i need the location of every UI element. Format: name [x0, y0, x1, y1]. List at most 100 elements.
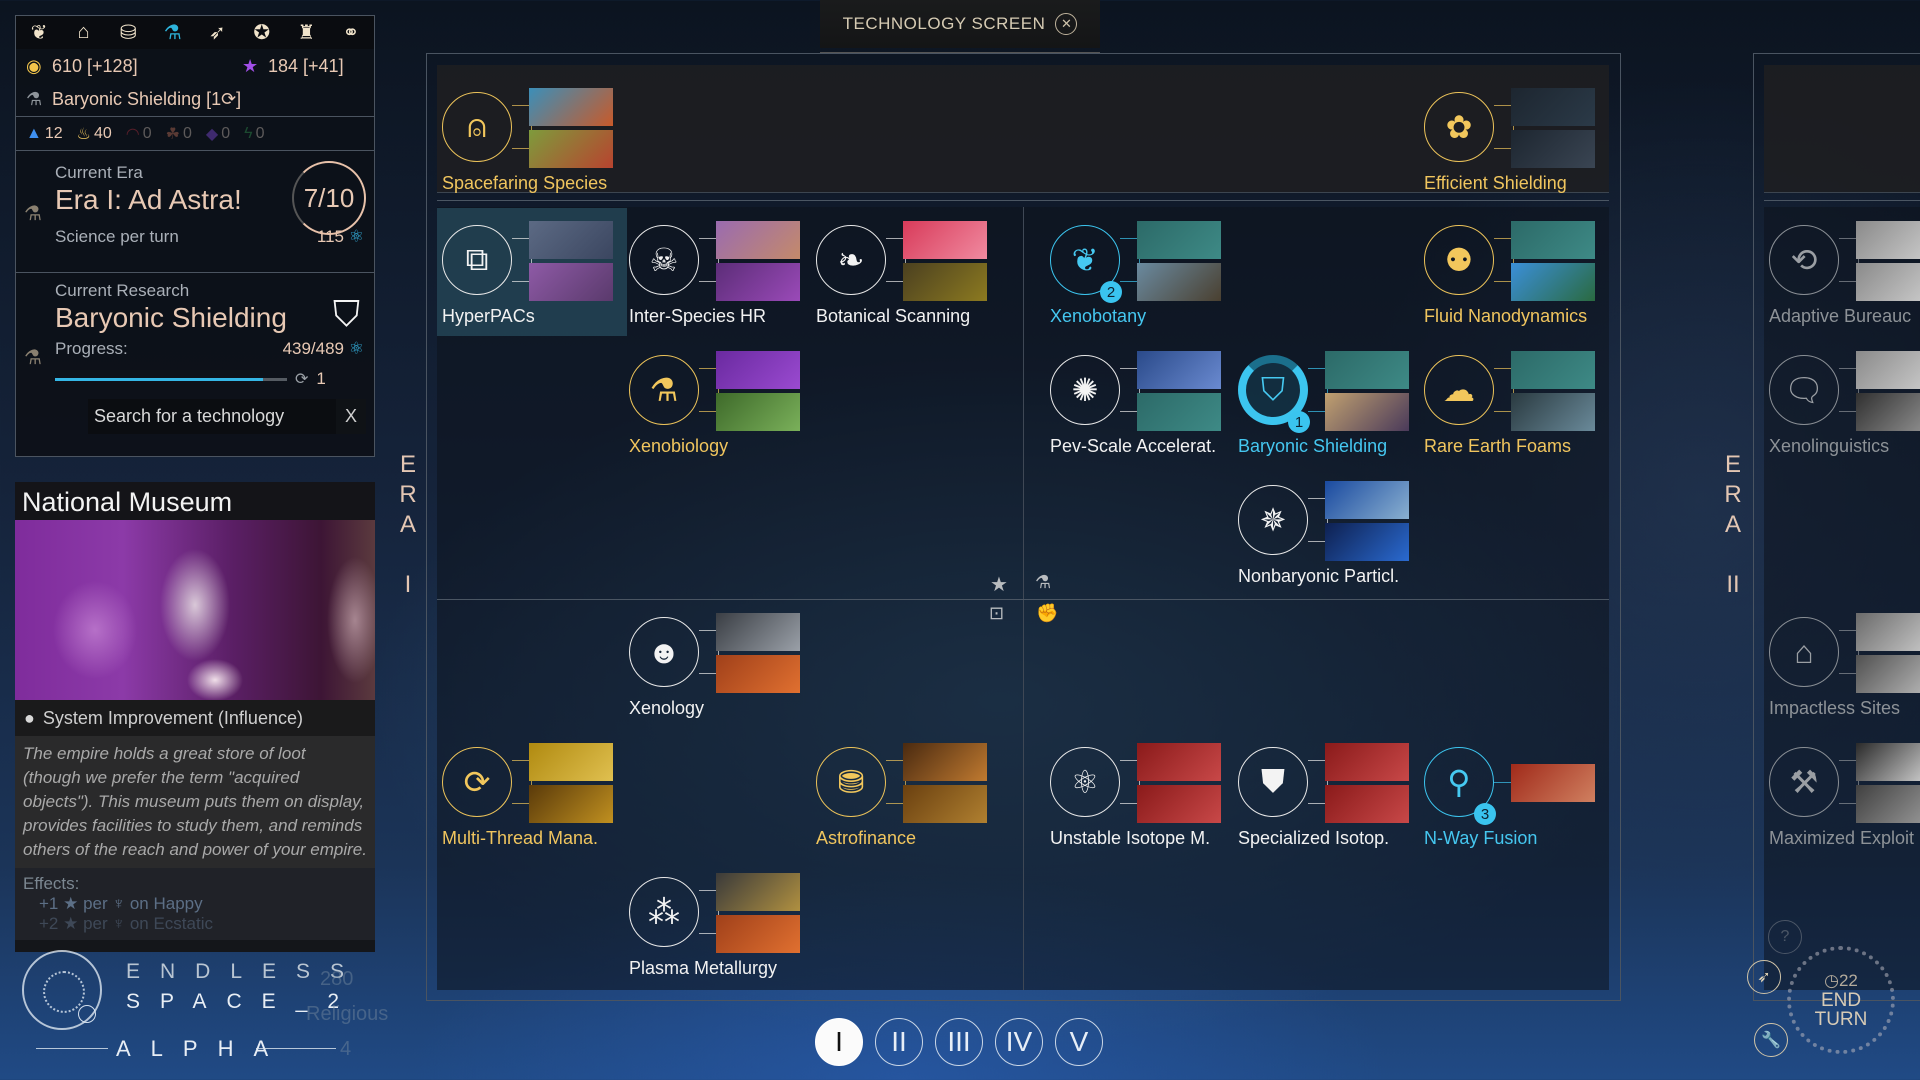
tech-node[interactable]: ☠ Inter-Species HR — [624, 208, 814, 336]
era-page-button[interactable]: III — [935, 1018, 983, 1066]
tech-node[interactable]: ⚉ Fluid Nanodynamics — [1419, 208, 1609, 336]
unlock-thumbnail[interactable] — [716, 655, 800, 693]
trophy-icon[interactable]: ♜ — [291, 20, 321, 45]
tech-node[interactable]: ☻ Xenology — [624, 600, 814, 728]
tech-node[interactable]: ⚗ Xenobiology — [624, 338, 814, 466]
current-research-summary: Baryonic Shielding [1⟳] — [52, 89, 242, 109]
unlock-thumbnail[interactable] — [529, 221, 613, 259]
end-turn-button[interactable]: ◷22 END TURN — [1787, 946, 1895, 1054]
handshake-icon[interactable]: ⚭ — [336, 20, 366, 45]
unlock-thumbnail[interactable] — [716, 915, 800, 953]
flask-anvil-icon[interactable]: ⚗ — [1035, 572, 1051, 593]
unlock-thumbnail[interactable] — [1856, 613, 1920, 651]
flask-icon[interactable]: ⚗ — [158, 20, 188, 45]
unlock-thumbnail[interactable] — [1511, 764, 1595, 802]
tech-node[interactable]: ⚒ Maximized Exploit — [1764, 730, 1920, 858]
science-icon: ⚛ — [348, 227, 364, 246]
tech-node[interactable]: ⛃ Astrofinance — [811, 730, 1001, 858]
fist-icon[interactable]: ✊ — [1036, 603, 1058, 624]
unlock-thumbnail[interactable] — [529, 785, 613, 823]
unlock-thumbnail[interactable] — [903, 743, 987, 781]
unlock-thumbnail[interactable] — [716, 263, 800, 301]
tech-node[interactable]: ⁂ Plasma Metallurgy — [624, 860, 814, 988]
close-icon[interactable]: ✕ — [1055, 13, 1078, 35]
tech-node[interactable]: ⟲ Adaptive Bureauc — [1764, 208, 1920, 336]
tech-node[interactable]: ❦ 2 Xenobotany — [1045, 208, 1235, 336]
unlock-thumbnail[interactable] — [1511, 393, 1595, 431]
chart-icon[interactable]: ⊡ — [989, 603, 1004, 624]
unlock-thumbnail[interactable] — [1137, 393, 1221, 431]
tech-node[interactable]: 🗨 Xenolinguistics — [1764, 338, 1920, 466]
tech-node[interactable]: ✵ Nonbaryonic Particl. — [1233, 468, 1423, 596]
tech-node[interactable]: ⛉ 1 Baryonic Shielding — [1233, 338, 1423, 466]
unlock-thumbnail[interactable] — [1137, 743, 1221, 781]
unlock-thumbnail[interactable] — [716, 613, 800, 651]
unlock-thumbnail[interactable] — [1325, 743, 1409, 781]
ship-help-icon[interactable]: ? — [1768, 920, 1802, 954]
unlock-thumbnail[interactable] — [1137, 221, 1221, 259]
fleet-icon[interactable]: ➶ — [1747, 960, 1781, 994]
unlock-thumbnail[interactable] — [529, 743, 613, 781]
unlock-thumbnail[interactable] — [1856, 785, 1920, 823]
tech-node[interactable]: ✺ Pev-Scale Accelerat. — [1045, 338, 1235, 466]
unlock-thumbnail[interactable] — [1511, 263, 1595, 301]
unlock-thumbnail[interactable] — [1325, 393, 1409, 431]
tech-node[interactable]: ☁ Rare Earth Foams — [1419, 338, 1609, 466]
laurel-icon[interactable]: ❦ — [24, 20, 54, 45]
unlock-thumbnail[interactable] — [903, 221, 987, 259]
flask-icon: ⚗ — [24, 203, 42, 225]
unlock-thumbnail[interactable] — [1137, 263, 1221, 301]
era-page-button[interactable]: II — [875, 1018, 923, 1066]
coins-icon[interactable]: ⛁ — [113, 20, 143, 45]
medal-icon[interactable]: ✪ — [247, 20, 277, 45]
unlock-thumbnail[interactable] — [1856, 263, 1920, 301]
wrench-icon[interactable]: 🔧 — [1754, 1023, 1788, 1057]
unlock-thumbnail[interactable] — [716, 393, 800, 431]
unlock-thumbnail[interactable] — [1856, 221, 1920, 259]
tech-node[interactable]: ⧉ HyperPACs — [437, 208, 627, 336]
tech-node[interactable]: ⍝ Spacefaring Species — [437, 75, 627, 203]
unlock-thumbnail[interactable] — [716, 351, 800, 389]
era-page-button[interactable]: I — [815, 1018, 863, 1066]
unlock-thumbnail[interactable] — [1856, 351, 1920, 389]
strategic-resource: ☘ 0 — [165, 124, 192, 143]
unlock-thumbnail[interactable] — [1511, 130, 1595, 168]
era-page-button[interactable]: V — [1055, 1018, 1103, 1066]
unlock-thumbnail[interactable] — [529, 88, 613, 126]
unlock-thumbnail[interactable] — [1137, 785, 1221, 823]
bell-icon: ⍝ — [442, 92, 512, 162]
unlock-thumbnail[interactable] — [1325, 785, 1409, 823]
tech-node[interactable]: ⚲ 3 N-Way Fusion — [1419, 730, 1609, 858]
unlock-thumbnail[interactable] — [1511, 88, 1595, 126]
search-input[interactable] — [88, 399, 336, 434]
unlock-thumbnail[interactable] — [1325, 351, 1409, 389]
unlock-thumbnail[interactable] — [1137, 351, 1221, 389]
tech-node[interactable]: ⛊ Specialized Isotop. — [1233, 730, 1423, 858]
tech-node[interactable]: ⟳ Multi-Thread Mana. — [437, 730, 627, 858]
unlock-thumbnail[interactable] — [1856, 655, 1920, 693]
unlock-thumbnail[interactable] — [1856, 743, 1920, 781]
star-icon[interactable]: ★ — [990, 572, 1008, 597]
unlock-thumbnail[interactable] — [1325, 481, 1409, 519]
research-line[interactable]: ⚗ Baryonic Shielding [1⟳] — [16, 83, 374, 117]
tech-node[interactable]: ⌂ Impactless Sites — [1764, 600, 1920, 728]
unlock-thumbnail[interactable] — [1856, 393, 1920, 431]
era-page-button[interactable]: IV — [995, 1018, 1043, 1066]
unlock-thumbnail[interactable] — [1511, 351, 1595, 389]
unlock-thumbnail[interactable] — [529, 263, 613, 301]
government-icon[interactable]: ⌂ — [69, 21, 99, 44]
tech-node[interactable]: ❧ Botanical Scanning — [811, 208, 1001, 336]
unlock-thumbnail[interactable] — [1511, 221, 1595, 259]
unlock-thumbnail[interactable] — [529, 130, 613, 168]
unlock-thumbnail[interactable] — [716, 873, 800, 911]
unlock-thumbnail[interactable] — [903, 263, 987, 301]
strategic-resources: ▲ 12 ♨ 40 ◠ 0 ☘ 0 ◆ 0 ϟ0 — [16, 117, 374, 151]
unlock-thumbnail[interactable] — [1325, 523, 1409, 561]
unlock-thumbnail[interactable] — [903, 785, 987, 823]
search-clear-button[interactable]: X — [336, 399, 366, 434]
queue-badge: 3 — [1474, 803, 1496, 825]
ship-icon[interactable]: ➶ — [202, 20, 232, 45]
tech-node[interactable]: ⚛ Unstable Isotope M. — [1045, 730, 1235, 858]
tech-node[interactable]: ✿ Efficient Shielding — [1419, 75, 1609, 203]
unlock-thumbnail[interactable] — [716, 221, 800, 259]
